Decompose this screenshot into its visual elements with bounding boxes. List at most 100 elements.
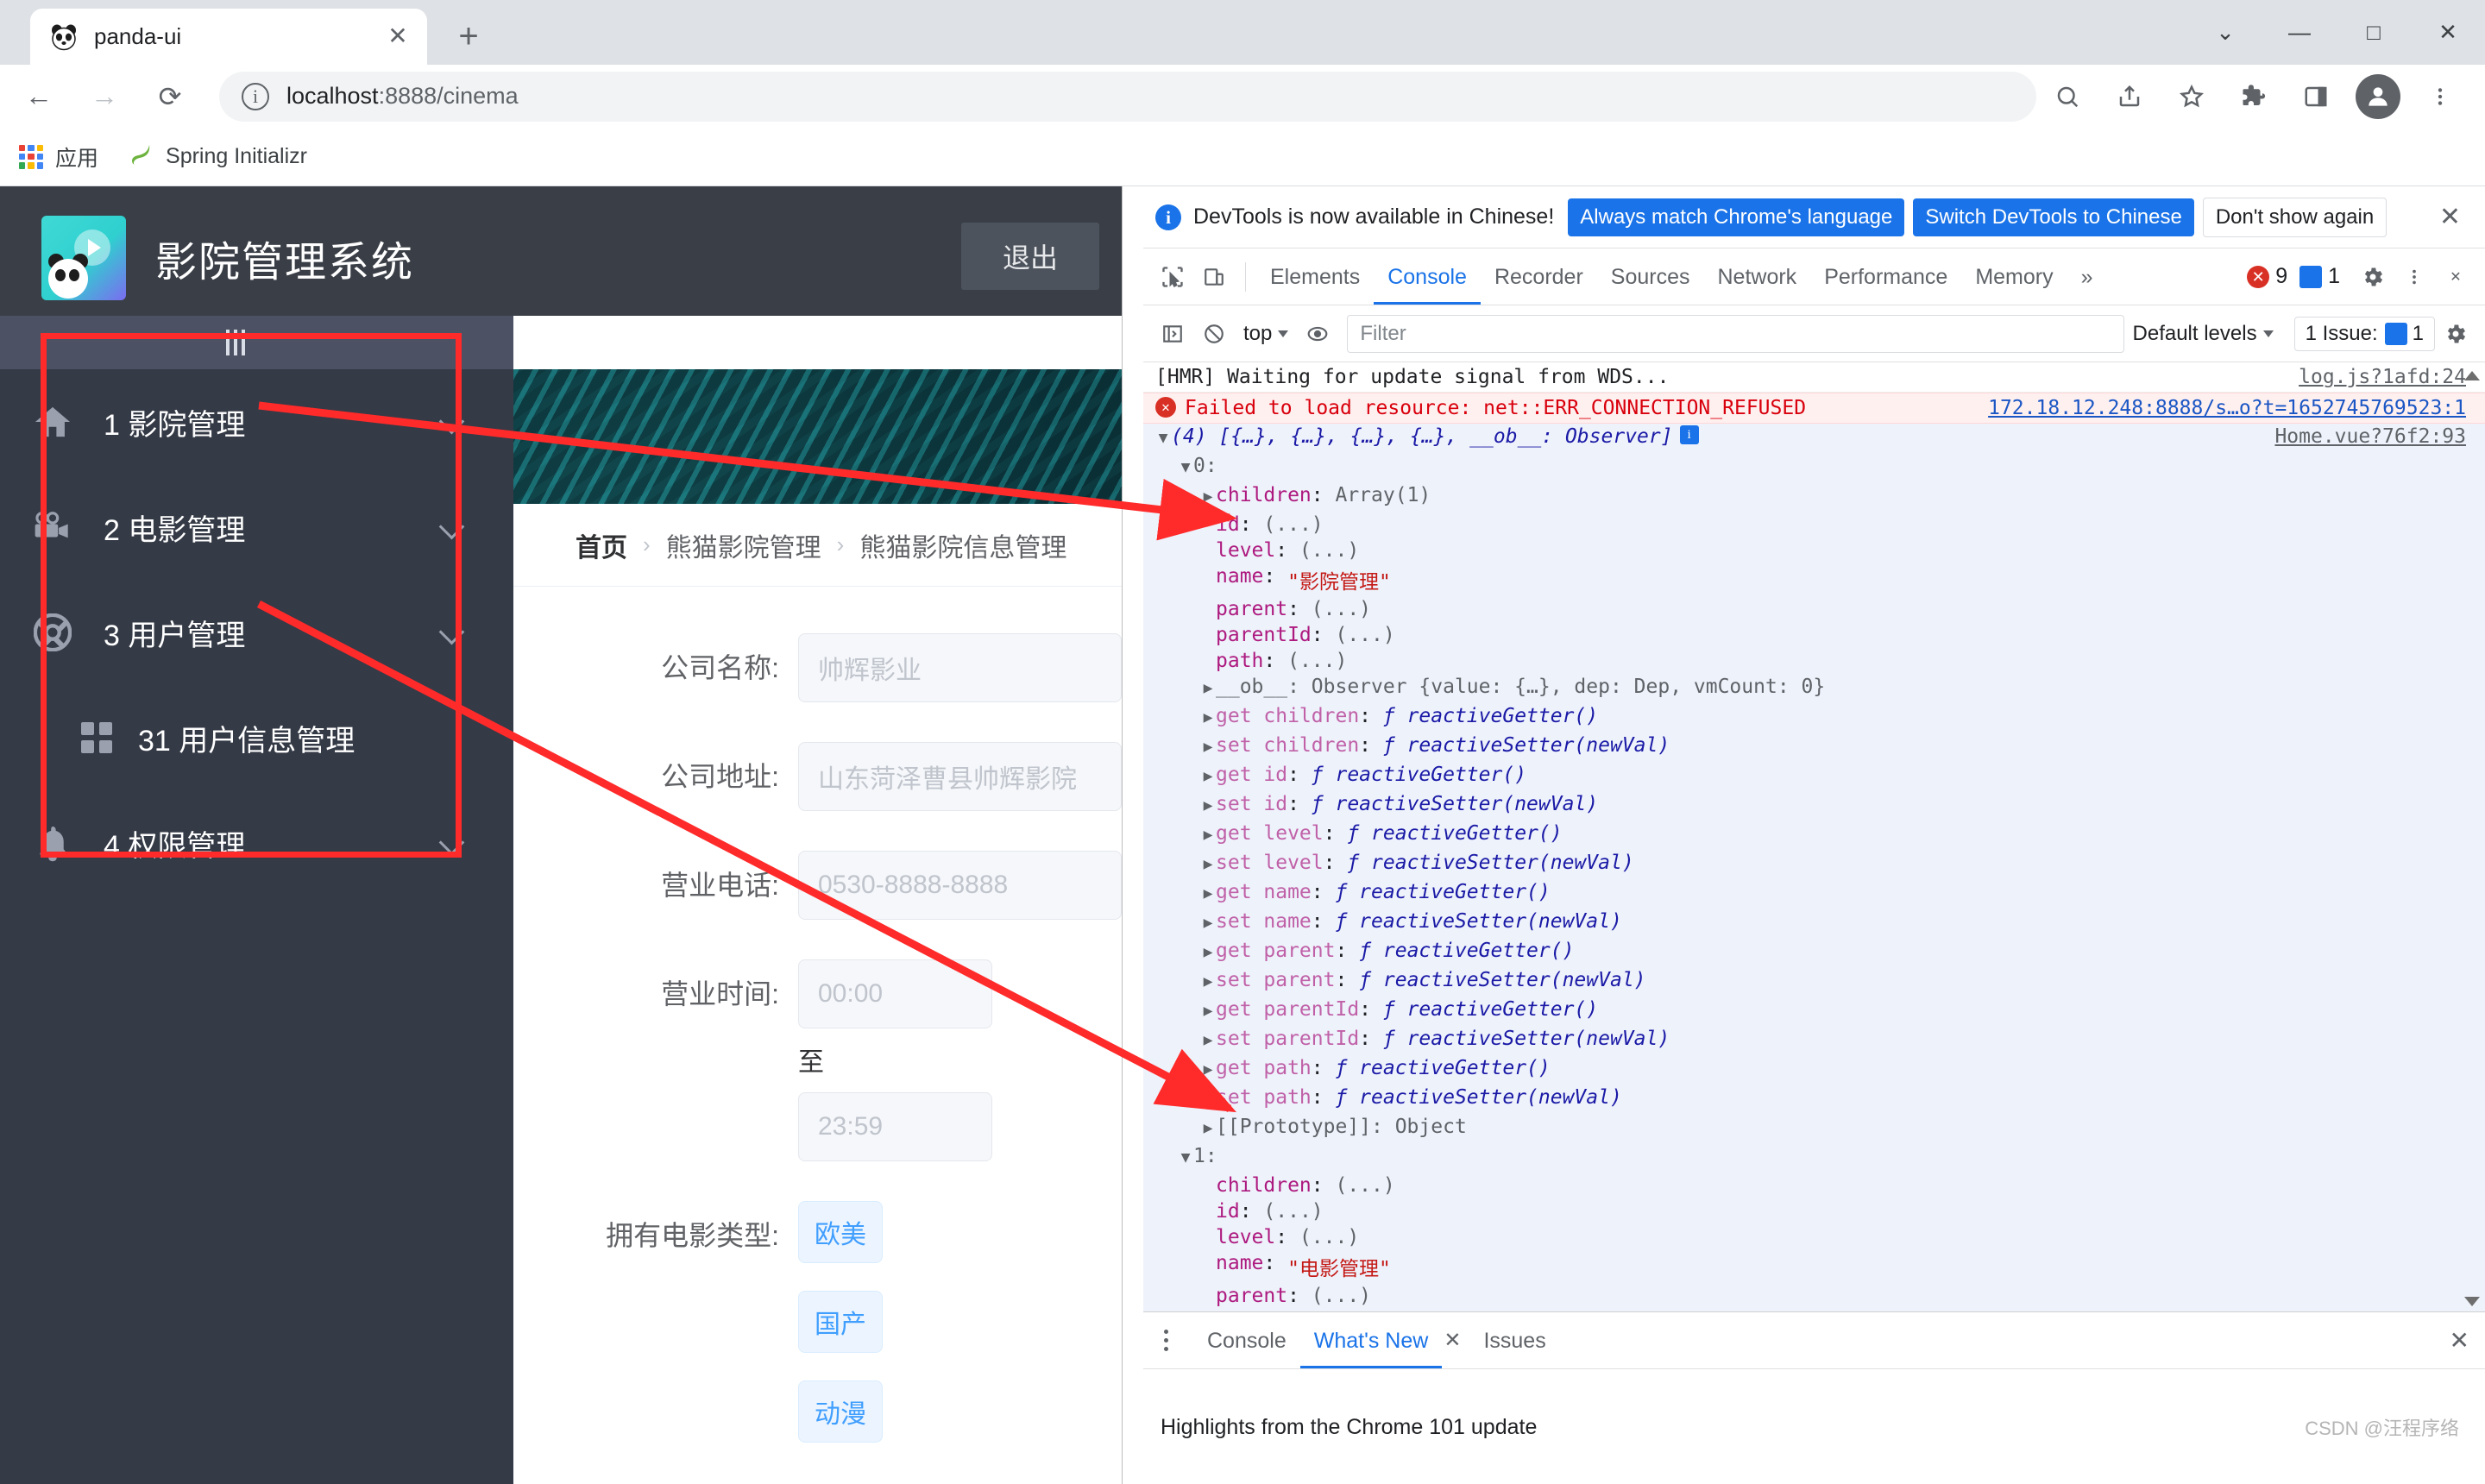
error-count-badge[interactable]: ✕ 9 — [2247, 264, 2287, 289]
new-tab-button[interactable]: + — [449, 17, 488, 57]
movie-type-tag[interactable]: 国产 — [798, 1291, 883, 1353]
collapse-menu-icon[interactable] — [226, 330, 254, 355]
movie-type-tag[interactable]: 动漫 — [798, 1380, 883, 1443]
close-drawer-icon[interactable]: ✕ — [2434, 1326, 2485, 1355]
console-filter-input[interactable]: Filter — [1347, 314, 2124, 353]
logout-button[interactable]: 退出 — [961, 223, 1099, 290]
drawer-menu-icon[interactable] — [1155, 1330, 1178, 1351]
sidebar-item-cinema-management[interactable]: 1 影院管理 — [0, 369, 513, 475]
close-banner-icon[interactable]: ✕ — [2427, 202, 2473, 232]
expand-triangle-icon[interactable]: ▼ — [1178, 455, 1193, 481]
expand-triangle-icon[interactable]: ▶ — [1200, 484, 1216, 510]
execution-context-select[interactable]: top — [1243, 322, 1289, 346]
sidebar-collapse-bar[interactable] — [0, 316, 513, 369]
expand-triangle-icon[interactable]: ▶ — [1200, 676, 1216, 701]
hmr-source-link[interactable]: log.js?1afd:24 — [2299, 366, 2485, 388]
prototype-row[interactable]: ▶ [[Prototype]]: Object — [1143, 1114, 2485, 1143]
object-index-row[interactable]: ▼ 1: — [1143, 1143, 2485, 1173]
breadcrumb-item[interactable]: 熊猫影院信息管理 — [859, 526, 1066, 564]
breadcrumb-item[interactable]: 熊猫影院管理 — [666, 526, 821, 564]
site-info-icon[interactable]: i — [242, 82, 269, 110]
sidebar-item-user-info-management[interactable]: 31 用户信息管理 — [0, 685, 513, 790]
back-icon[interactable]: ← — [12, 70, 66, 123]
console-sidebar-icon[interactable] — [1152, 313, 1193, 355]
sidebar-item-movie-management[interactable]: 2 电影管理 — [0, 475, 513, 580]
accessor-row[interactable]: ▶ set path: ƒ reactiveSetter(newVal) — [1143, 1085, 2485, 1114]
accessor-row[interactable]: ▶ get path: ƒ reactiveGetter() — [1143, 1055, 2485, 1085]
accessor-row[interactable]: ▶ set name: ƒ reactiveSetter(newVal) — [1143, 909, 2485, 938]
tab-network[interactable]: Network — [1704, 249, 1811, 305]
info-icon[interactable]: i — [1679, 425, 1699, 444]
accessor-row[interactable]: ▶ set parentId: ƒ reactiveSetter(newVal) — [1143, 1026, 2485, 1055]
console-settings-gear-icon[interactable] — [2435, 313, 2476, 355]
breadcrumb-home[interactable]: 首页 — [576, 526, 627, 564]
chevron-down-icon[interactable] — [441, 621, 463, 644]
error-source-link[interactable]: 172.18.12.248:8888/s…o?t=1652745769523:1 — [1988, 397, 2485, 419]
expand-triangle-icon[interactable]: ▶ — [1200, 1116, 1216, 1141]
object-property-row[interactable]: ▶ children: Array(1) — [1143, 482, 2485, 512]
drawer-tab-whats-new[interactable]: What's New — [1300, 1313, 1443, 1368]
hours-start-input[interactable]: 00:00 — [798, 959, 992, 1028]
browser-tab[interactable]: panda-ui ✕ — [30, 9, 427, 65]
accessor-row[interactable]: ▶ set children: ƒ reactiveSetter(newVal) — [1143, 733, 2485, 762]
kebab-menu-icon[interactable] — [2394, 256, 2435, 298]
close-drawer-tab-icon[interactable]: ✕ — [1435, 1328, 1469, 1353]
accessor-row[interactable]: ▶ get parent: ƒ reactiveGetter() — [1143, 938, 2485, 967]
accessor-row[interactable]: ▶ set level: ƒ reactiveSetter(newVal) — [1143, 850, 2485, 879]
console-settings-eye-icon[interactable] — [1297, 313, 1338, 355]
object-index-row[interactable]: ▼ 0: — [1143, 453, 2485, 482]
accessor-row[interactable]: ▶ get children: ƒ reactiveGetter() — [1143, 703, 2485, 733]
drawer-tab-issues[interactable]: Issues — [1469, 1313, 1559, 1368]
share-icon[interactable] — [2104, 71, 2155, 123]
tab-search-icon[interactable]: ⌄ — [2188, 0, 2262, 65]
tab-elements[interactable]: Elements — [1256, 249, 1374, 305]
close-tab-icon[interactable]: ✕ — [386, 24, 410, 49]
accessor-row[interactable]: ▶ set parent: ƒ reactiveSetter(newVal) — [1143, 967, 2485, 997]
chevron-down-icon[interactable] — [441, 411, 463, 433]
tab-memory[interactable]: Memory — [1961, 249, 2067, 305]
maximize-button[interactable]: □ — [2337, 0, 2411, 65]
clear-console-icon[interactable] — [1193, 313, 1235, 355]
extensions-icon[interactable] — [2228, 71, 2280, 123]
sidebar-item-user-management[interactable]: 3 用户管理 — [0, 580, 513, 685]
bookmark-spring-initializr[interactable]: Spring Initializr — [128, 141, 307, 172]
more-tabs-icon[interactable]: » — [2067, 249, 2107, 305]
bookmark-apps[interactable]: 应用 — [19, 141, 98, 173]
more-menu-icon[interactable] — [2414, 71, 2466, 123]
sidebar-item-permission-management[interactable]: 4 权限管理 — [0, 790, 513, 896]
movie-type-tag[interactable]: 欧美 — [798, 1201, 883, 1263]
inspect-element-icon[interactable] — [1152, 256, 1193, 298]
info-count-badge[interactable]: 1 — [2299, 264, 2340, 289]
phone-input[interactable]: 0530-8888-8888 — [798, 851, 1122, 920]
reload-icon[interactable]: ⟳ — [143, 70, 197, 123]
accessor-row[interactable]: ▶ get id: ƒ reactiveGetter() — [1143, 762, 2485, 791]
accessor-row[interactable]: ▶ set id: ƒ reactiveSetter(newVal) — [1143, 791, 2485, 821]
close-window-button[interactable]: ✕ — [2411, 0, 2485, 65]
hours-end-input[interactable]: 23:59 — [798, 1092, 992, 1161]
console-scroll-up-icon[interactable] — [2464, 371, 2480, 380]
expand-triangle-icon[interactable]: ▼ — [1155, 425, 1171, 451]
observer-row[interactable]: ▶ __ob__: Observer {value: {…}, dep: Dep… — [1143, 674, 2485, 703]
array-source-link[interactable]: Home.vue?76f2:93 — [2274, 425, 2485, 448]
gear-icon[interactable] — [2352, 256, 2394, 298]
drawer-tab-console[interactable]: Console — [1193, 1313, 1300, 1368]
accessor-row[interactable]: ▶ get parentId: ƒ reactiveGetter() — [1143, 997, 2485, 1026]
switch-to-chinese-button[interactable]: Switch DevTools to Chinese — [1913, 198, 2194, 236]
expand-triangle-icon[interactable]: ▼ — [1178, 1145, 1193, 1171]
array-header-row[interactable]: ▼ (4) [{…}, {…}, {…}, {…}, __ob__: Obser… — [1143, 424, 2485, 453]
bookmark-star-icon[interactable] — [2166, 71, 2218, 123]
accessor-row[interactable]: ▶ get level: ƒ reactiveGetter() — [1143, 821, 2485, 850]
tab-console[interactable]: Console — [1374, 249, 1481, 305]
device-toolbar-icon[interactable] — [1193, 256, 1235, 298]
zoom-icon[interactable] — [2041, 71, 2093, 123]
console-output[interactable]: [HMR] Waiting for update signal from WDS… — [1143, 362, 2485, 1311]
accessor-row[interactable]: ▶ get name: ƒ reactiveGetter() — [1143, 879, 2485, 909]
forward-icon[interactable]: → — [78, 70, 131, 123]
tab-sources[interactable]: Sources — [1597, 249, 1704, 305]
chevron-down-icon[interactable] — [441, 516, 463, 538]
address-bar[interactable]: i localhost:8888/cinema — [219, 71, 2036, 122]
sidepanel-icon[interactable] — [2290, 71, 2342, 123]
profile-avatar-icon[interactable] — [2356, 73, 2400, 119]
minimize-button[interactable]: — — [2262, 0, 2337, 65]
issues-chip[interactable]: 1 Issue: 1 — [2293, 316, 2435, 351]
